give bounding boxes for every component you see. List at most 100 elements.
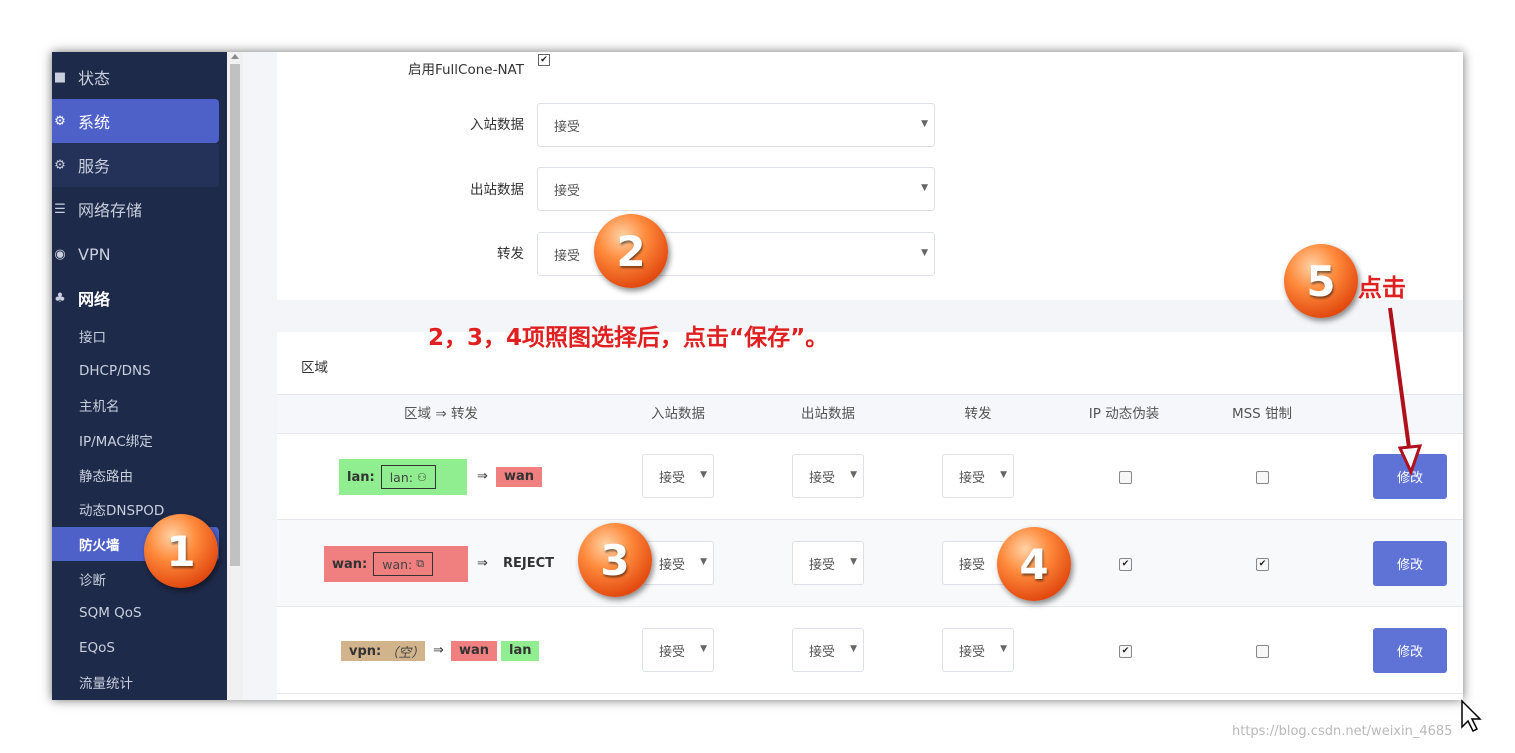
- th-zone-forward: 区域 ⇒ 转发: [404, 406, 478, 422]
- table-row: lan: lan: ⚇ ⇒ wan 接受 ▼ 接受 ▼ 接受 ▼ 修改: [277, 433, 1463, 520]
- dest-tag-wan: wan: [496, 467, 543, 487]
- sidebar-item-nas[interactable]: ☰ 网络存储: [52, 187, 219, 231]
- forward-arrow: ⇒: [433, 643, 444, 658]
- sidebar-scrollbar[interactable]: [227, 52, 243, 700]
- iface-name: wan:: [382, 556, 413, 572]
- caret-down-icon: ▼: [921, 183, 928, 193]
- select-value: 接受: [554, 119, 581, 135]
- sidebar-item-system[interactable]: ⚙ 系统: [52, 99, 219, 143]
- annotation-circle-1: 1: [144, 514, 218, 588]
- annotation-instruction: 2，3，4项照图选择后，点击“保存”。: [428, 325, 829, 351]
- masq-checkbox[interactable]: ✔: [1119, 558, 1132, 571]
- caret-down-icon: ▼: [1000, 644, 1007, 654]
- zones-table-header: 区域 ⇒ 转发 入站数据 出站数据 转发 IP 动态伪装 MSS 钳制: [277, 394, 1463, 434]
- dest-tag-lan: lan: [501, 641, 540, 661]
- sidebar-item-label: 系统: [78, 113, 111, 132]
- sidebar-item-status[interactable]: ■ 状态: [52, 55, 219, 99]
- annotation-arrow: [1388, 307, 1423, 477]
- sidebar-sub-interfaces[interactable]: 接口: [52, 319, 219, 353]
- select-value: 接受: [809, 470, 836, 486]
- mss-checkbox[interactable]: ✔: [1256, 558, 1269, 571]
- sidebar-sub-eqos[interactable]: EQoS: [52, 631, 219, 665]
- select-value: 接受: [959, 557, 986, 573]
- zones-card: 区域 区域 ⇒ 转发 入站数据 出站数据 转发 IP 动态伪装 MSS 钳制 l…: [277, 332, 1463, 700]
- table-row: wan: wan: ⧉ ⇒ REJECT 接受 ▼ 接受 ▼ 接受 ▼ ✔ ✔ 修改: [277, 520, 1463, 607]
- output-label: 出站数据: [470, 182, 524, 198]
- input-select[interactable]: 接受 ▼: [642, 628, 714, 672]
- th-mss-clamping: MSS 钳制: [1231, 406, 1293, 422]
- watermark: https://blog.csdn.net/weixin_4685: [1232, 724, 1453, 739]
- sidebar-item-label: 状态: [78, 69, 111, 88]
- select-value: 接受: [809, 557, 836, 573]
- forward-select[interactable]: 接受 ▼: [942, 454, 1014, 498]
- caret-down-icon: ▼: [850, 644, 857, 654]
- th-input: 入站数据: [651, 406, 705, 422]
- forward-arrow: ⇒: [477, 556, 488, 571]
- annotation-click: 点击: [1358, 274, 1406, 302]
- caret-down-icon: ▼: [921, 119, 928, 129]
- edit-button[interactable]: 修改: [1373, 628, 1447, 673]
- mss-checkbox[interactable]: [1256, 645, 1269, 658]
- select-value: 接受: [659, 470, 686, 486]
- caret-down-icon: ▼: [921, 248, 928, 258]
- input-select[interactable]: 接受 ▼: [642, 541, 714, 585]
- sidebar-sub-dhcp-dns[interactable]: DHCP/DNS: [52, 354, 219, 388]
- caret-down-icon: ▼: [1000, 470, 1007, 480]
- caret-down-icon: ▼: [700, 644, 707, 654]
- arrow-shaft: [1388, 307, 1412, 456]
- zone-badge-vpn: vpn: （空）: [341, 641, 425, 661]
- iface-name: lan:: [389, 469, 413, 485]
- arrow-head: [1397, 444, 1423, 477]
- th-output: 出站数据: [801, 406, 855, 422]
- mss-checkbox[interactable]: [1256, 471, 1269, 484]
- zone-name: lan:: [347, 469, 375, 485]
- edit-button[interactable]: 修改: [1373, 541, 1447, 586]
- output-select[interactable]: 接受 ▼: [537, 167, 935, 211]
- sitemap-icon: ♣: [54, 290, 66, 306]
- caret-down-icon: ▼: [700, 557, 707, 567]
- scroll-thumb[interactable]: [230, 64, 240, 566]
- sidebar-sub-ip-mac[interactable]: IP/MAC绑定: [52, 423, 219, 457]
- select-value: 接受: [554, 248, 581, 264]
- masq-checkbox[interactable]: ✔: [1119, 645, 1132, 658]
- forward-select[interactable]: 接受 ▼: [942, 628, 1014, 672]
- caret-down-icon: ▼: [700, 470, 707, 480]
- sidebar: ■ 状态 ⚙ 系统 ⚙ 服务 ☰ 网络存储 ◉ VPN ♣ 网络 接口 DHCP…: [52, 52, 227, 700]
- forward-arrow: ⇒: [477, 469, 488, 484]
- network-icon: ⧉: [416, 557, 425, 570]
- general-settings-card: 启用FullCone-NAT ✔ 入站数据 接受 ▼ 出站数据 接受 ▼ 转发 …: [277, 52, 1463, 300]
- dashboard-icon: ■: [53, 69, 67, 85]
- output-select[interactable]: 接受 ▼: [792, 541, 864, 585]
- annotation-circle-3: 3: [578, 523, 652, 597]
- sidebar-item-label: 网络: [78, 290, 111, 309]
- input-select[interactable]: 接受 ▼: [537, 103, 935, 147]
- sidebar-item-label: VPN: [78, 244, 111, 264]
- caret-down-icon: ▼: [850, 557, 857, 567]
- scroll-up-arrow-icon[interactable]: [231, 54, 239, 59]
- sidebar-item-services[interactable]: ⚙ 服务: [52, 143, 219, 187]
- masq-checkbox[interactable]: [1119, 471, 1132, 484]
- input-select[interactable]: 接受 ▼: [642, 454, 714, 498]
- sidebar-sub-static-routes[interactable]: 静态路由: [52, 458, 219, 492]
- sidebar-sub-traffic[interactable]: 流量统计: [52, 665, 219, 699]
- sidebar-item-network[interactable]: ♣ 网络: [52, 276, 219, 320]
- gear-icon: ⚙: [54, 113, 66, 129]
- sidebar-item-vpn[interactable]: ◉ VPN: [52, 232, 219, 276]
- gears-icon: ⚙: [54, 157, 66, 173]
- dest-reject: REJECT: [503, 556, 555, 571]
- select-value: 接受: [959, 644, 986, 660]
- sidebar-item-label: 服务: [78, 157, 111, 176]
- fullcone-checkbox[interactable]: ✔: [538, 54, 550, 66]
- sidebar-sub-sqm-qos[interactable]: SQM QoS: [52, 596, 219, 630]
- output-select[interactable]: 接受 ▼: [792, 454, 864, 498]
- annotation-circle-2: 2: [594, 214, 668, 288]
- select-value: 接受: [554, 183, 581, 199]
- fullcone-label: 启用FullCone-NAT: [407, 62, 524, 78]
- zone-interfaces: wan: ⧉: [373, 552, 434, 576]
- globe-icon: ◉: [54, 246, 66, 262]
- output-select[interactable]: 接受 ▼: [792, 628, 864, 672]
- select-value: 接受: [659, 644, 686, 660]
- input-label: 入站数据: [470, 117, 524, 133]
- annotation-circle-4: 4: [997, 527, 1071, 601]
- sidebar-sub-hostnames[interactable]: 主机名: [52, 388, 219, 422]
